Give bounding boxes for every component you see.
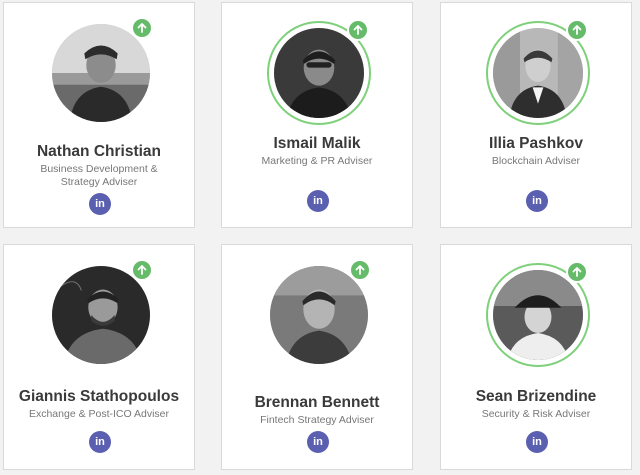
linkedin-icon[interactable]: in: [307, 431, 329, 453]
adviser-name: Nathan Christian: [36, 143, 161, 160]
arrow-up-icon: [566, 261, 588, 283]
avatar-frame: [49, 259, 153, 367]
avatar: [274, 28, 364, 118]
adviser-card: Illia Pashkov Blockchain Adviser in: [440, 2, 632, 228]
avatar-photo: [493, 270, 583, 360]
arrow-up-icon: [131, 259, 153, 281]
adviser-card: Brennan Bennett Fintech Strategy Adviser…: [221, 244, 413, 470]
avatar-frame: [267, 19, 371, 125]
avatar-photo: [493, 28, 583, 118]
adviser-role: Security & Risk Adviser: [481, 408, 591, 420]
avatar: [52, 24, 150, 122]
avatar-photo: [52, 24, 150, 122]
adviser-role: Marketing & PR Adviser: [261, 155, 373, 167]
adviser-name: Brennan Bennett: [254, 394, 380, 411]
arrow-up-icon: [566, 19, 588, 41]
linkedin-icon[interactable]: in: [307, 190, 329, 212]
adviser-role: Exchange & Post-ICO Adviser: [28, 408, 170, 420]
avatar: [493, 28, 583, 118]
adviser-role: Fintech Strategy Adviser: [260, 414, 374, 426]
avatar-frame: [267, 259, 371, 367]
adviser-name: Ismail Malik: [273, 135, 361, 152]
adviser-role: Business Development & Strategy Adviser: [40, 163, 158, 188]
adviser-name: Sean Brizendine: [475, 388, 597, 405]
avatar-photo: [52, 266, 150, 364]
arrow-up-icon: [347, 19, 369, 41]
arrow-up-icon: [349, 259, 371, 281]
adviser-role: Blockchain Adviser: [491, 155, 581, 167]
avatar-frame: [486, 261, 590, 367]
linkedin-icon[interactable]: in: [526, 190, 548, 212]
avatar: [52, 266, 150, 364]
adviser-name: Giannis Stathopoulos: [18, 388, 180, 405]
arrow-up-icon: [131, 17, 153, 39]
linkedin-icon[interactable]: in: [526, 431, 548, 453]
linkedin-icon[interactable]: in: [89, 431, 111, 453]
adviser-card: Ismail Malik Marketing & PR Adviser in: [221, 2, 413, 228]
avatar-frame: [49, 17, 153, 125]
avatar: [493, 270, 583, 360]
adviser-card: Nathan Christian Business Development & …: [3, 2, 195, 228]
adviser-card: Giannis Stathopoulos Exchange & Post-ICO…: [3, 244, 195, 470]
adviser-name: Illia Pashkov: [489, 135, 583, 152]
linkedin-icon[interactable]: in: [89, 193, 111, 215]
adviser-card: Sean Brizendine Security & Risk Adviser …: [440, 244, 632, 470]
avatar-frame: [486, 19, 590, 125]
avatar-photo: [274, 28, 364, 118]
avatar-photo: [270, 266, 368, 364]
avatar: [270, 266, 368, 364]
